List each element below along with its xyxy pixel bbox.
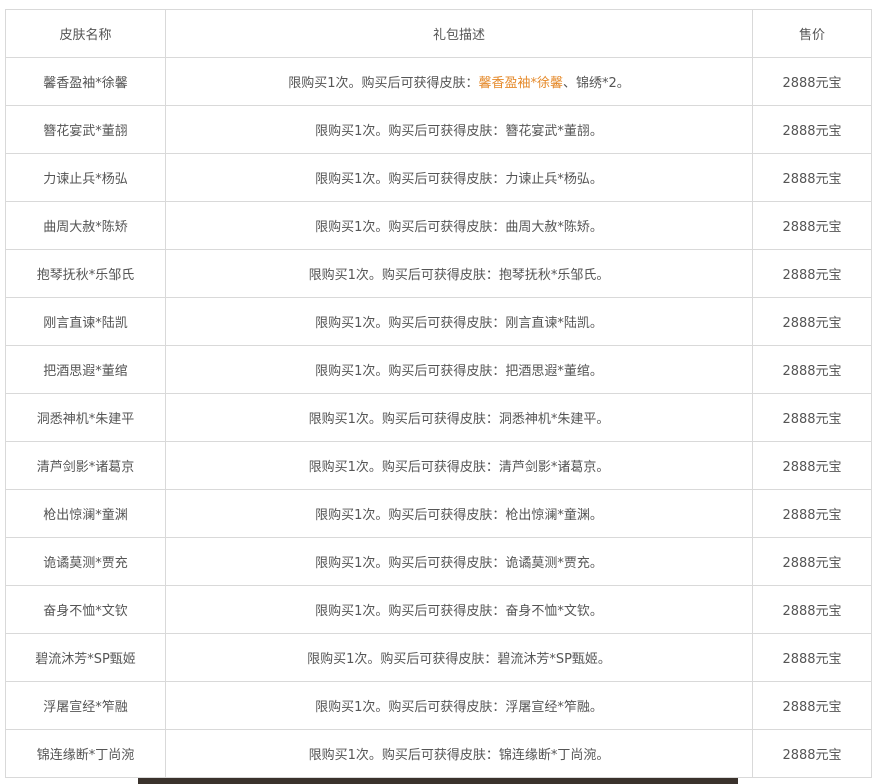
table-row: 锦连缘断*丁尚涴 限购买1次。购买后可获得皮肤：锦连缘断*丁尚涴。 2888元宝 (5, 729, 872, 778)
price-cell: 2888元宝 (752, 729, 872, 778)
table-row: 洞悉神机*朱建平 限购买1次。购买后可获得皮肤：洞悉神机*朱建平。 2888元宝 (5, 393, 872, 442)
table-row: 抱琴抚秋*乐邹氏 限购买1次。购买后可获得皮肤：抱琴抚秋*乐邹氏。 2888元宝 (5, 249, 872, 298)
table-row: 奋身不恤*文钦 限购买1次。购买后可获得皮肤：奋身不恤*文钦。 2888元宝 (5, 585, 872, 634)
description-cell: 限购买1次。购买后可获得皮肤：浮屠宣经*笮融。 (165, 681, 753, 730)
table-row: 力谏止兵*杨弘 限购买1次。购买后可获得皮肤：力谏止兵*杨弘。 2888元宝 (5, 153, 872, 202)
table-row: 馨香盈袖*徐馨 限购买1次。购买后可获得皮肤：馨香盈袖*徐馨、锦绣*2。 288… (5, 57, 872, 106)
table-row: 清芦剑影*诸葛京 限购买1次。购买后可获得皮肤：清芦剑影*诸葛京。 2888元宝 (5, 441, 872, 490)
skin-name-cell: 碧流沐芳*SP甄姬 (5, 633, 166, 682)
table-row: 枪出惊澜*童渊 限购买1次。购买后可获得皮肤：枪出惊澜*童渊。 2888元宝 (5, 489, 872, 538)
description-cell: 限购买1次。购买后可获得皮肤：馨香盈袖*徐馨、锦绣*2。 (165, 57, 753, 106)
description-cell: 限购买1次。购买后可获得皮肤：刚言直谏*陆凯。 (165, 297, 753, 346)
description-cell: 限购买1次。购买后可获得皮肤：碧流沐芳*SP甄姬。 (165, 633, 753, 682)
description-cell: 限购买1次。购买后可获得皮肤：簪花宴武*董翓。 (165, 105, 753, 154)
description-prefix: 限购买1次。购买后可获得皮肤： (288, 76, 479, 91)
skin-name-cell: 曲周大赦*陈矫 (5, 201, 166, 250)
skin-name-cell: 洞悉神机*朱建平 (5, 393, 166, 442)
skin-name-cell: 浮屠宣经*笮融 (5, 681, 166, 730)
price-cell: 2888元宝 (752, 105, 872, 154)
description-cell: 限购买1次。购买后可获得皮肤：锦连缘断*丁尚涴。 (165, 729, 753, 778)
skin-name-cell: 把酒思遐*董绾 (5, 345, 166, 394)
description-cell: 限购买1次。购买后可获得皮肤：曲周大赦*陈矫。 (165, 201, 753, 250)
skin-name-cell: 簪花宴武*董翓 (5, 105, 166, 154)
price-cell: 2888元宝 (752, 393, 872, 442)
table-header-row: 皮肤名称 礼包描述 售价 (5, 9, 872, 58)
table-row: 把酒思遐*董绾 限购买1次。购买后可获得皮肤：把酒思遐*董绾。 2888元宝 (5, 345, 872, 394)
price-cell: 2888元宝 (752, 489, 872, 538)
price-cell: 2888元宝 (752, 585, 872, 634)
description-cell: 限购买1次。购买后可获得皮肤：把酒思遐*董绾。 (165, 345, 753, 394)
table-row: 曲周大赦*陈矫 限购买1次。购买后可获得皮肤：曲周大赦*陈矫。 2888元宝 (5, 201, 872, 250)
table-body: 馨香盈袖*徐馨 限购买1次。购买后可获得皮肤：馨香盈袖*徐馨、锦绣*2。 288… (5, 57, 872, 778)
skin-name-cell: 诡谲莫测*贾充 (5, 537, 166, 586)
header-price: 售价 (752, 9, 872, 58)
skin-name-cell: 清芦剑影*诸葛京 (5, 441, 166, 490)
description-cell: 限购买1次。购买后可获得皮肤：枪出惊澜*童渊。 (165, 489, 753, 538)
description-cell: 限购买1次。购买后可获得皮肤：力谏止兵*杨弘。 (165, 153, 753, 202)
skin-name-cell: 抱琴抚秋*乐邹氏 (5, 249, 166, 298)
skin-name-cell: 馨香盈袖*徐馨 (5, 57, 166, 106)
skin-price-table: 皮肤名称 礼包描述 售价 馨香盈袖*徐馨 限购买1次。购买后可获得皮肤：馨香盈袖… (5, 9, 872, 778)
description-cell: 限购买1次。购买后可获得皮肤：清芦剑影*诸葛京。 (165, 441, 753, 490)
price-cell: 2888元宝 (752, 345, 872, 394)
description-cell: 限购买1次。购买后可获得皮肤：奋身不恤*文钦。 (165, 585, 753, 634)
price-cell: 2888元宝 (752, 153, 872, 202)
skin-name-cell: 枪出惊澜*童渊 (5, 489, 166, 538)
highlighted-skin-link[interactable]: 馨香盈袖*徐馨 (478, 76, 563, 91)
description-cell: 限购买1次。购买后可获得皮肤：抱琴抚秋*乐邹氏。 (165, 249, 753, 298)
price-cell: 2888元宝 (752, 441, 872, 490)
description-cell: 限购买1次。购买后可获得皮肤：诡谲莫测*贾充。 (165, 537, 753, 586)
skin-name-cell: 刚言直谏*陆凯 (5, 297, 166, 346)
skin-name-cell: 奋身不恤*文钦 (5, 585, 166, 634)
price-cell: 2888元宝 (752, 249, 872, 298)
table-row: 碧流沐芳*SP甄姬 限购买1次。购买后可获得皮肤：碧流沐芳*SP甄姬。 2888元宝 (5, 633, 872, 682)
price-cell: 2888元宝 (752, 681, 872, 730)
price-cell: 2888元宝 (752, 537, 872, 586)
price-cell: 2888元宝 (752, 201, 872, 250)
page: 皮肤名称 礼包描述 售价 馨香盈袖*徐馨 限购买1次。购买后可获得皮肤：馨香盈袖… (0, 0, 880, 784)
table-row: 诡谲莫测*贾充 限购买1次。购买后可获得皮肤：诡谲莫测*贾充。 2888元宝 (5, 537, 872, 586)
table-row: 簪花宴武*董翓 限购买1次。购买后可获得皮肤：簪花宴武*董翓。 2888元宝 (5, 105, 872, 154)
skin-name-cell: 力谏止兵*杨弘 (5, 153, 166, 202)
price-cell: 2888元宝 (752, 633, 872, 682)
table-row: 刚言直谏*陆凯 限购买1次。购买后可获得皮肤：刚言直谏*陆凯。 2888元宝 (5, 297, 872, 346)
price-cell: 2888元宝 (752, 297, 872, 346)
description-suffix: 、锦绣*2。 (563, 76, 630, 91)
header-skin-name: 皮肤名称 (5, 9, 166, 58)
header-pack-description: 礼包描述 (165, 9, 753, 58)
description-cell: 限购买1次。购买后可获得皮肤：洞悉神机*朱建平。 (165, 393, 753, 442)
table-row: 浮屠宣经*笮融 限购买1次。购买后可获得皮肤：浮屠宣经*笮融。 2888元宝 (5, 681, 872, 730)
skin-name-cell: 锦连缘断*丁尚涴 (5, 729, 166, 778)
price-cell: 2888元宝 (752, 57, 872, 106)
